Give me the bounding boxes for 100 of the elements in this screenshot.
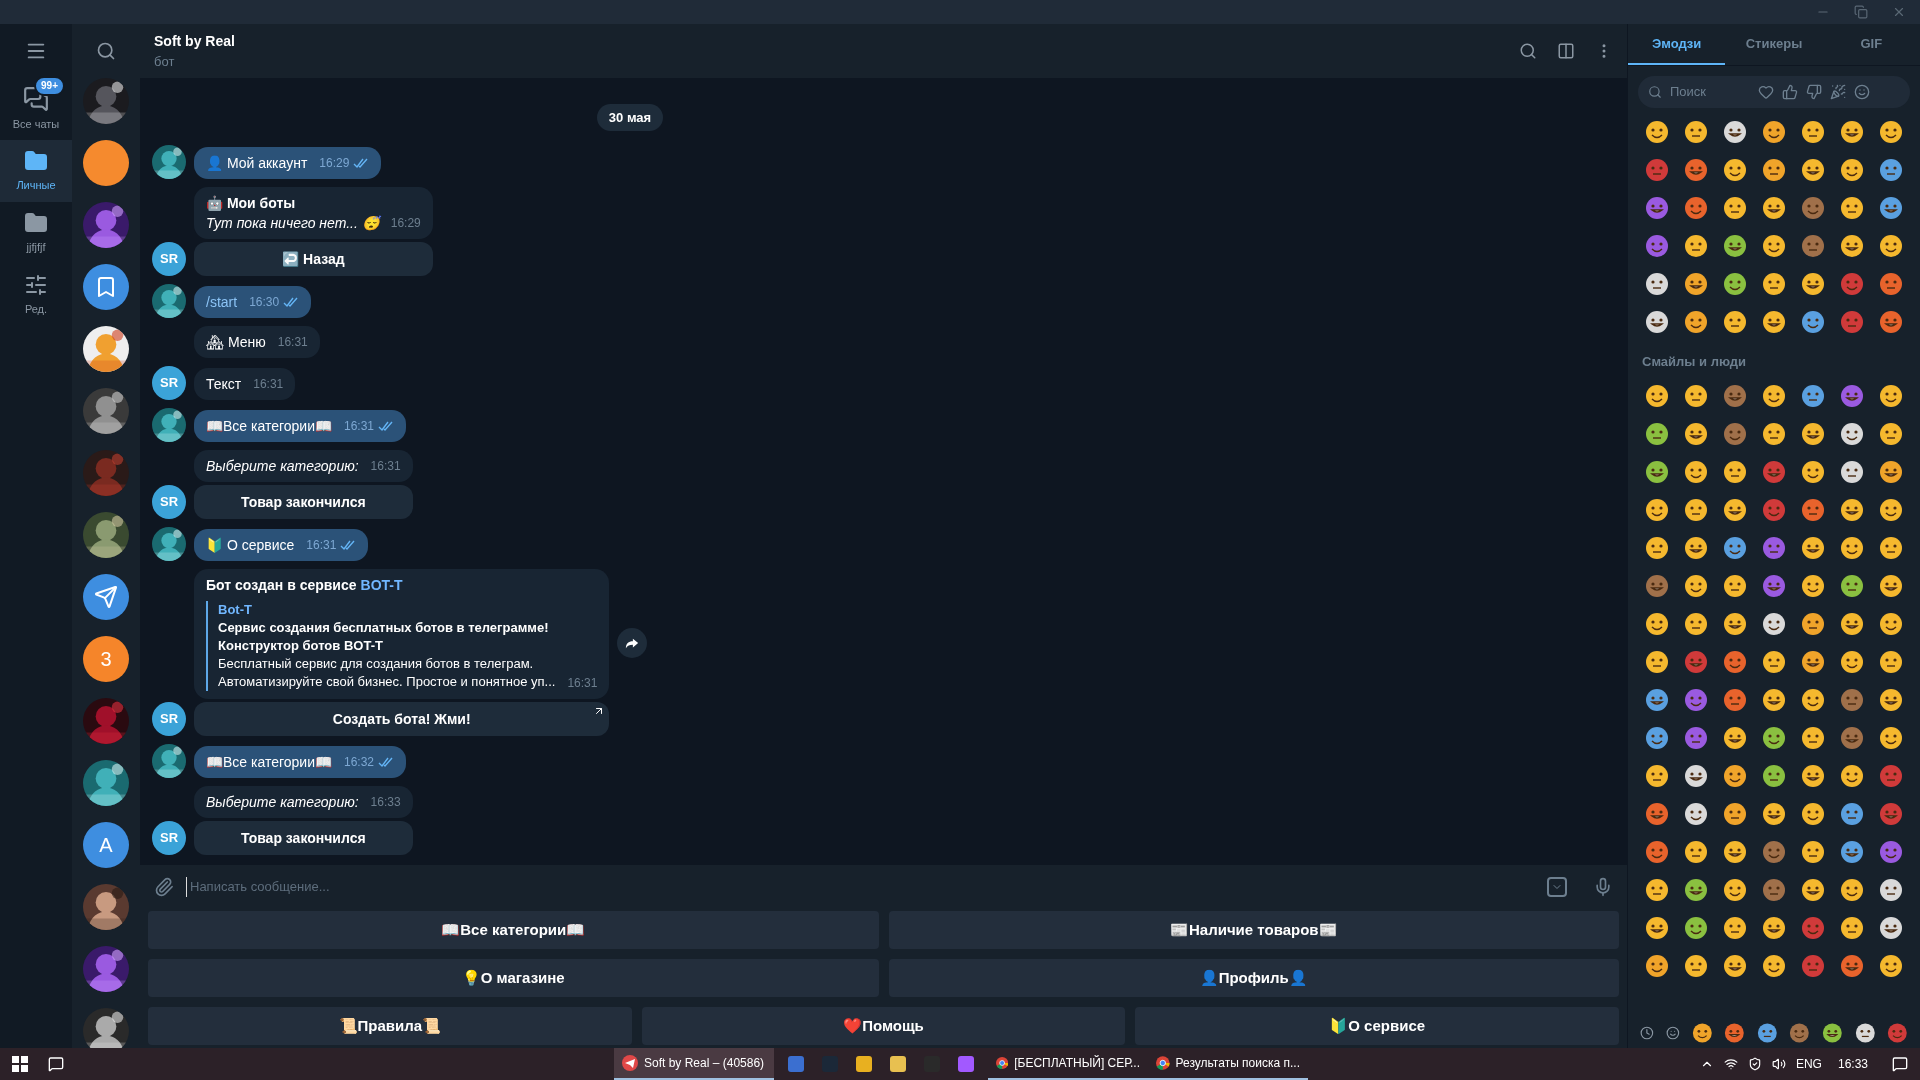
folder-tab[interactable]: Личные xyxy=(0,140,72,202)
emoji-icon[interactable] xyxy=(1800,839,1825,864)
emoji-icon[interactable] xyxy=(1723,801,1748,826)
emoji-icon[interactable] xyxy=(1645,953,1670,978)
emoji-icon[interactable] xyxy=(1645,535,1670,560)
link-preview[interactable]: Bot-T Сервис создания бесплатных ботов в телеграмме! Конструктор ботов BOT-T Бесплатный сервис для создания ботов в телеграм. Автоматизируйте свой бизнес. Простое и понятное уп... xyxy=(206,601,556,691)
emoji-icon[interactable] xyxy=(1645,687,1670,712)
emoji-icon[interactable] xyxy=(1878,234,1903,258)
emoji-icon[interactable] xyxy=(1723,763,1748,788)
thumbs-down-icon[interactable] xyxy=(1806,84,1822,100)
party-popper-icon[interactable] xyxy=(1830,84,1846,100)
windows-logo-icon[interactable] xyxy=(12,1056,28,1072)
emoji-icon[interactable] xyxy=(1800,877,1825,902)
emoji-icon[interactable] xyxy=(1762,649,1786,674)
emoji-icon[interactable] xyxy=(1800,611,1825,636)
chat-avatar[interactable] xyxy=(83,140,129,186)
emoji-icon[interactable] xyxy=(1800,725,1825,750)
emoji-icon[interactable] xyxy=(1839,234,1864,258)
emoji-icon[interactable] xyxy=(1723,310,1748,334)
keyboard-button[interactable]: 📜Правила📜 xyxy=(148,1007,632,1045)
emoji-icon[interactable] xyxy=(1839,649,1864,674)
emoji-icon[interactable] xyxy=(1839,877,1864,902)
emoji-icon[interactable] xyxy=(1762,310,1786,334)
search-icon[interactable] xyxy=(1519,42,1537,60)
bot-keyboard-icon[interactable] xyxy=(1547,877,1567,897)
emoji-icon[interactable] xyxy=(1800,535,1825,560)
emoji-icon[interactable] xyxy=(1762,763,1786,788)
emoji-icon[interactable] xyxy=(1684,497,1709,522)
app-tile-icon[interactable] xyxy=(958,1056,974,1072)
emoji-icon[interactable] xyxy=(1723,196,1748,220)
emoji-icon[interactable] xyxy=(1839,459,1864,484)
taskbar-window[interactable]: Soft by Real – (40586) xyxy=(614,1048,774,1080)
emoji-icon[interactable] xyxy=(1723,725,1748,750)
keyboard-button[interactable]: 📖Все категории📖 xyxy=(148,911,879,949)
taskbar-window[interactable]: Результаты поиска п... xyxy=(1148,1048,1308,1080)
emoji-icon[interactable] xyxy=(1878,953,1903,978)
emoji-icon[interactable] xyxy=(1645,310,1670,334)
emoji-icon[interactable] xyxy=(1645,725,1670,750)
emoji-icon[interactable] xyxy=(1839,120,1864,144)
emoji-icon[interactable] xyxy=(1839,573,1864,598)
inline-button[interactable]: Создать бота! Жми! xyxy=(194,702,610,736)
restore-icon[interactable] xyxy=(1854,5,1868,19)
emoji-icon[interactable] xyxy=(1684,953,1709,978)
emoji-icon[interactable] xyxy=(1691,1021,1713,1045)
clock[interactable]: 16:33 xyxy=(1837,1055,1868,1073)
emoji-icon[interactable] xyxy=(1723,120,1748,144)
keyboard-button[interactable]: ❤Помощь xyxy=(641,1007,1126,1045)
emoji-icon[interactable] xyxy=(1839,611,1864,636)
emoji-icon[interactable] xyxy=(1723,839,1748,864)
heart-outline-icon[interactable] xyxy=(1758,84,1774,100)
emoji-icon[interactable] xyxy=(1878,310,1903,334)
sidebar-toggle-icon[interactable] xyxy=(1557,42,1575,60)
volume-icon[interactable] xyxy=(1771,1057,1786,1071)
emoji-icon[interactable] xyxy=(1723,649,1748,674)
emoji-icon[interactable] xyxy=(1822,1021,1843,1045)
message-field[interactable]: Написать сообщение... xyxy=(140,865,1627,909)
emoji-icon[interactable] xyxy=(1762,120,1786,144)
emoji-icon[interactable] xyxy=(1724,1021,1745,1045)
emoji-icon[interactable] xyxy=(1645,763,1670,788)
emoji-icon[interactable] xyxy=(1878,877,1903,902)
folder-tab[interactable]: Ред. xyxy=(0,264,72,326)
emoji-icon[interactable] xyxy=(1645,877,1670,902)
emoji-icon[interactable] xyxy=(1839,196,1864,220)
emoji-icon[interactable] xyxy=(1878,611,1903,636)
panel-tab[interactable]: Эмодзи xyxy=(1628,24,1726,65)
emoji-icon[interactable] xyxy=(1723,234,1748,258)
emoji-icon[interactable] xyxy=(1762,421,1786,446)
emoji-icon[interactable] xyxy=(1878,272,1903,296)
taskbar-window[interactable]: [БЕСПЛАТНЫЙ] СЕР... xyxy=(988,1048,1148,1080)
emoji-icon[interactable] xyxy=(1878,573,1903,598)
emoji-icon[interactable] xyxy=(1684,459,1709,484)
share-button[interactable] xyxy=(617,627,648,658)
emoji-icon[interactable] xyxy=(1723,535,1748,560)
emoji-icon[interactable] xyxy=(1723,272,1748,296)
emoji-icon[interactable] xyxy=(1645,421,1670,446)
emoji-icon[interactable] xyxy=(1878,196,1903,220)
app-tile-icon[interactable] xyxy=(788,1056,804,1072)
emoji-icon[interactable] xyxy=(1756,1021,1778,1045)
emoji-icon[interactable] xyxy=(1723,158,1748,182)
emoji-icon[interactable] xyxy=(1684,763,1709,788)
emoji-icon[interactable] xyxy=(1762,915,1786,940)
emoji-icon[interactable] xyxy=(1723,877,1748,902)
emoji-icon[interactable] xyxy=(1723,611,1748,636)
emoji-icon[interactable] xyxy=(1684,611,1709,636)
emoji-search-input[interactable]: Поиск xyxy=(1670,82,1750,102)
emoji-icon[interactable] xyxy=(1839,839,1864,864)
emoji-icon[interactable] xyxy=(1645,649,1670,674)
microphone-icon[interactable] xyxy=(1593,877,1613,897)
emoji-icon[interactable] xyxy=(1800,801,1825,826)
smile-icon[interactable] xyxy=(1665,1025,1680,1041)
recent-icon[interactable] xyxy=(1640,1025,1654,1041)
telegram-avatar[interactable] xyxy=(83,574,129,620)
emoji-icon[interactable] xyxy=(1723,497,1748,522)
emoji-icon[interactable] xyxy=(1723,687,1748,712)
smile-icon[interactable] xyxy=(1854,84,1870,100)
emoji-icon[interactable] xyxy=(1762,234,1786,258)
folder-tab[interactable]: jjfjfjf xyxy=(0,202,72,264)
emoji-icon[interactable] xyxy=(1762,272,1786,296)
emoji-icon[interactable] xyxy=(1684,158,1709,182)
emoji-icon[interactable] xyxy=(1839,953,1864,978)
